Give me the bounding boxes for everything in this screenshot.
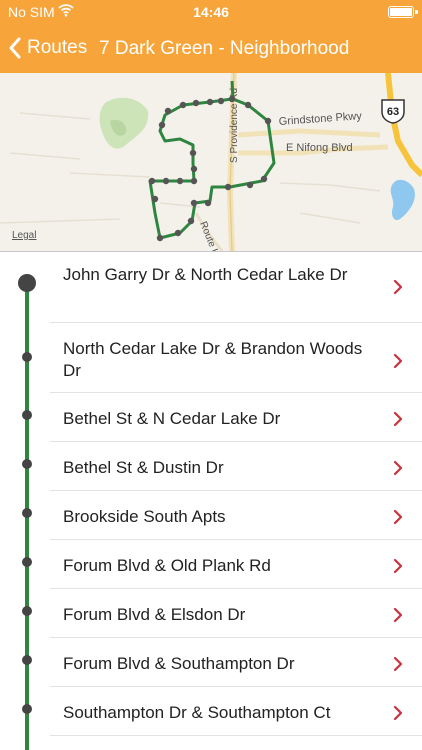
map-stop-marker	[206, 98, 214, 106]
map-stop-marker	[204, 199, 212, 207]
back-button[interactable]: Routes	[8, 34, 87, 62]
map-stop-marker	[192, 99, 200, 107]
chevron-left-icon	[8, 37, 21, 59]
lake-area	[390, 179, 415, 221]
map-stop-marker	[164, 107, 172, 115]
map-stop-marker	[224, 183, 232, 191]
navigation-bar: Routes 7 Dark Green - Neighborhood	[0, 28, 422, 68]
map-stop-marker	[176, 177, 184, 185]
map-legal-link[interactable]: Legal	[12, 230, 36, 241]
road-label-nifong: E Nifong Blvd	[286, 142, 353, 154]
stop-marker	[22, 704, 32, 714]
stop-list[interactable]: John Garry Dr & North Cedar Lake Dr North…	[0, 252, 422, 750]
map-stop-marker	[246, 181, 254, 189]
stop-row[interactable]: Southampton Dr & Southampton Ct	[0, 252, 422, 736]
road-label-route-k: Route K	[197, 220, 221, 251]
map-stop-marker	[228, 95, 236, 103]
svg-text:63: 63	[387, 106, 399, 118]
map-stop-marker	[190, 165, 198, 173]
status-time: 14:46	[193, 4, 229, 20]
chevron-right-icon	[392, 704, 404, 722]
map-stop-marker	[244, 101, 252, 109]
status-bar: No SIM 14:46	[0, 0, 422, 24]
map-stop-marker	[190, 199, 198, 207]
stop-name: Southampton Dr & Southampton Ct	[63, 703, 331, 722]
battery-icon	[388, 6, 418, 18]
route-path	[148, 80, 276, 240]
map-stop-marker	[158, 121, 166, 129]
map-stop-marker	[189, 149, 197, 157]
map-stop-marker	[156, 234, 164, 242]
map-stop-marker	[148, 177, 156, 185]
road-grindstone	[237, 128, 381, 138]
minor-roads	[0, 112, 381, 224]
map-stop-marker	[174, 229, 182, 237]
page-title: 7 Dark Green - Neighborhood	[99, 38, 350, 59]
map-stop-marker	[187, 217, 195, 225]
back-button-label: Routes	[27, 37, 88, 58]
highway-63	[385, 73, 422, 178]
route-map[interactable]: 63 Grindstone Pkwy E Nifong Blvd S Provi…	[0, 73, 422, 251]
road-label-grindstone: Grindstone Pkwy	[278, 110, 362, 128]
map-stop-marker	[179, 101, 187, 109]
route-stop-markers	[148, 95, 272, 242]
map-stop-marker	[190, 177, 198, 185]
row-separator	[50, 735, 422, 736]
header-bar: No SIM 14:46 Routes 7 Dark Green - Neigh…	[0, 0, 422, 73]
map-stop-marker	[260, 175, 268, 183]
map-stop-marker	[264, 117, 272, 125]
map-stop-marker	[162, 177, 170, 185]
map-stop-marker	[217, 97, 225, 105]
highway-shield-icon: 63	[381, 99, 405, 124]
park-area	[99, 97, 149, 149]
map-stop-marker	[151, 195, 159, 203]
map-canvas: 63 Grindstone Pkwy E Nifong Blvd S Provi…	[0, 73, 422, 251]
